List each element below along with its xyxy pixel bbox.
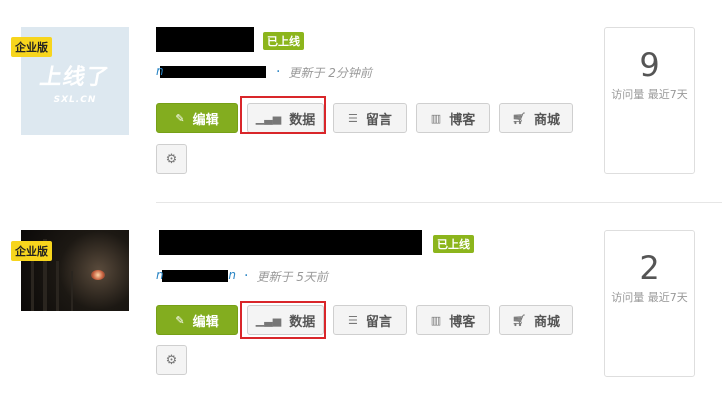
site-actions: ✎ 编辑 ▁▃▅ 数据 ☰ 留言 ▥ 博客 🛒︎ 商城 (156, 305, 582, 335)
enterprise-badge: 企业版 (11, 241, 52, 261)
blog-button[interactable]: ▥ 博客 (416, 305, 490, 335)
edit-label: 编辑 (192, 314, 219, 330)
thumbnail-light (91, 270, 105, 280)
visit-count: 9 (639, 46, 660, 84)
updated-time: 更新于 2分钟前 (288, 65, 372, 80)
settings-button[interactable]: ⚙ (156, 345, 187, 375)
edit-button[interactable]: ✎ 编辑 (156, 103, 238, 133)
gear-icon: ⚙ (165, 151, 178, 167)
pencil-icon: ✎ (175, 313, 185, 327)
thumbnail-subtitle: SXL.CN (53, 95, 97, 105)
shop-label: 商城 (533, 112, 560, 128)
blog-label: 博客 (449, 112, 476, 128)
message-label: 留言 (365, 314, 392, 330)
separator-dot: · (244, 268, 249, 284)
site-domain-redacted[interactable]: n (156, 64, 266, 78)
shop-button[interactable]: 🛒︎ 商城 (499, 305, 573, 335)
edit-button[interactable]: ✎ 编辑 (156, 305, 238, 335)
book-icon: ▥ (430, 111, 442, 125)
status-badge: 已上线 (263, 32, 304, 50)
separator-dot: · (276, 64, 281, 80)
visits-panel: 2 访问量 最近7天 (604, 230, 695, 377)
pencil-icon: ✎ (175, 111, 185, 125)
site-card: 上线了 SXL.CN 企业版 已上线 n · 更新于 2分钟前 ✎ 编辑 ▁▃▅… (0, 27, 722, 202)
list-icon: ☰ (348, 313, 358, 327)
domain-edge-char: n (156, 268, 164, 282)
status-badge: 已上线 (433, 235, 474, 253)
thumbnail-detail (71, 271, 73, 311)
data-button-highlight (240, 96, 326, 134)
list-icon: ☰ (348, 111, 358, 125)
site-domain-redacted[interactable]: n n (156, 268, 236, 282)
book-icon: ▥ (430, 313, 442, 327)
message-label: 留言 (365, 112, 392, 128)
domain-edge-char: n (228, 268, 236, 282)
visit-label: 访问量 最近7天 (611, 291, 688, 304)
enterprise-badge: 企业版 (11, 37, 52, 57)
blog-button[interactable]: ▥ 博客 (416, 103, 490, 133)
domain-edge-char: n (156, 64, 164, 78)
cart-icon: 🛒︎ (512, 111, 526, 125)
shop-label: 商城 (533, 314, 560, 330)
thumbnail-title: 上线了 (37, 65, 112, 90)
message-button[interactable]: ☰ 留言 (333, 305, 407, 335)
updated-time: 更新于 5天前 (256, 269, 328, 284)
data-button-highlight (240, 301, 326, 339)
site-title-redacted[interactable] (156, 27, 254, 52)
shop-button[interactable]: 🛒︎ 商城 (499, 103, 573, 133)
cart-icon: 🛒︎ (512, 313, 526, 327)
thumbnail-detail (56, 261, 59, 311)
edit-label: 编辑 (192, 112, 219, 128)
gear-icon: ⚙ (165, 352, 178, 368)
settings-button[interactable]: ⚙ (156, 144, 187, 174)
visits-panel: 9 访问量 最近7天 (604, 27, 695, 174)
site-title-redacted[interactable] (159, 230, 422, 255)
site-actions: ✎ 编辑 ▁▃▅ 数据 ☰ 留言 ▥ 博客 🛒︎ 商城 (156, 103, 582, 133)
site-meta: n · 更新于 2分钟前 (156, 64, 372, 80)
card-divider (156, 202, 722, 203)
message-button[interactable]: ☰ 留言 (333, 103, 407, 133)
visit-count: 2 (639, 249, 660, 287)
visit-label: 访问量 最近7天 (611, 88, 688, 101)
blog-label: 博客 (449, 314, 476, 330)
site-meta: n n · 更新于 5天前 (156, 268, 328, 284)
